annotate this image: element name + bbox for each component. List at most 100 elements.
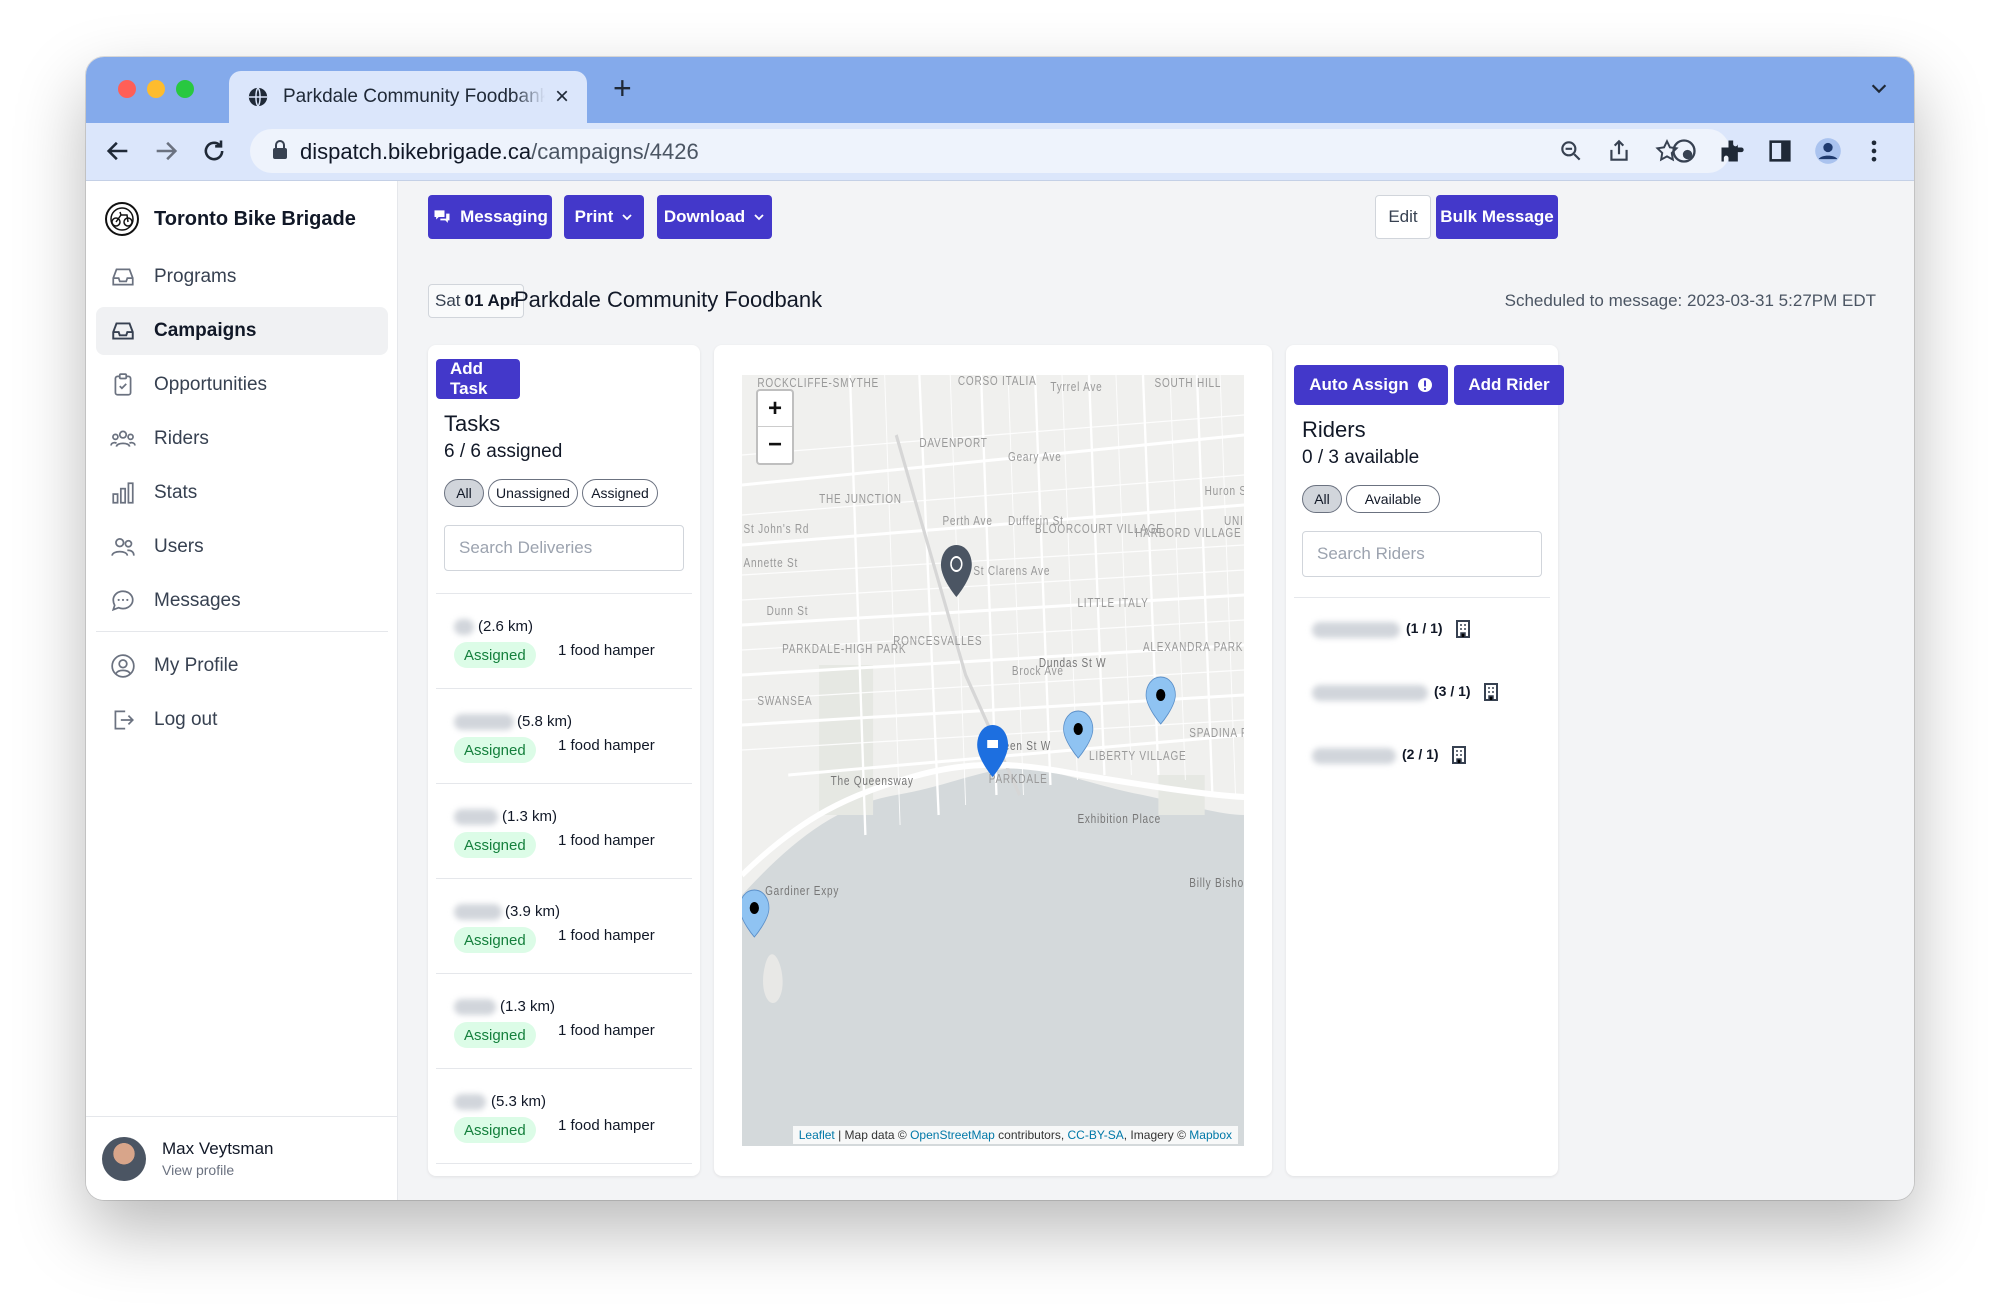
sidebar-item-programs[interactable]: Programs bbox=[96, 253, 388, 301]
chevron-down-icon[interactable] bbox=[1868, 77, 1890, 99]
status-badge: Assigned bbox=[454, 832, 536, 858]
share-icon[interactable] bbox=[1606, 138, 1632, 164]
add-rider-label: Add Rider bbox=[1468, 375, 1550, 394]
address-bar[interactable]: dispatch.bikebrigade.ca/campaigns/4426 bbox=[250, 129, 1730, 173]
add-rider-button[interactable]: Add Rider bbox=[1454, 365, 1564, 405]
building-icon bbox=[1452, 746, 1466, 764]
brand[interactable]: Toronto Bike Brigade bbox=[104, 201, 356, 237]
bulk-message-button[interactable]: Bulk Message bbox=[1436, 195, 1558, 239]
filter-all[interactable]: All bbox=[444, 479, 484, 507]
delivery-map[interactable]: ROCKCLIFFE-SMYTHE CORSO ITALIA Tyrrel Av… bbox=[742, 375, 1244, 1146]
sidebar-item-label: My Profile bbox=[154, 655, 239, 676]
redacted-name bbox=[454, 1094, 486, 1110]
map-label: SPADINA FORT YORK bbox=[1189, 726, 1244, 741]
map-label: St Clarens Ave bbox=[973, 564, 1050, 579]
date-month: Apr bbox=[487, 291, 517, 310]
main-content: Messaging Print Download Edit Bulk Messa… bbox=[398, 181, 1914, 1200]
cc-link[interactable]: CC-BY-SA bbox=[1068, 1128, 1124, 1142]
map-label: Exhibition Place bbox=[1077, 812, 1161, 827]
osm-link[interactable]: OpenStreetMap bbox=[910, 1128, 995, 1142]
add-task-button[interactable]: Add Task bbox=[436, 359, 520, 399]
map-label: Annette St bbox=[744, 556, 798, 571]
task-row[interactable]: (1.3 km) Assigned 1 food hamper bbox=[436, 974, 692, 1069]
tab-close-icon[interactable]: × bbox=[555, 85, 569, 109]
back-arrow-icon[interactable] bbox=[104, 137, 132, 165]
rider-row[interactable]: (3 / 1) bbox=[1294, 661, 1550, 724]
map-label: Dufferin St bbox=[1008, 514, 1064, 529]
user-profile[interactable]: Max Veytsman View profile bbox=[86, 1116, 397, 1200]
riders-panel: Auto Assign Add Rider Riders 0 / 3 avail… bbox=[1286, 345, 1564, 1176]
status-badge: Assigned bbox=[454, 1117, 536, 1143]
forward-arrow-icon[interactable] bbox=[152, 137, 180, 165]
kebab-menu-icon[interactable] bbox=[1860, 137, 1888, 165]
filter-all[interactable]: All bbox=[1302, 485, 1342, 513]
task-row[interactable]: (5.3 km) Assigned 1 food hamper bbox=[436, 1069, 692, 1164]
redacted-name bbox=[454, 714, 514, 730]
rider-row[interactable]: (2 / 1) bbox=[1294, 724, 1550, 787]
download-button[interactable]: Download bbox=[657, 195, 772, 239]
attr-text: | Map data © bbox=[834, 1128, 911, 1142]
bar-chart-icon bbox=[112, 482, 134, 504]
zoom-window-button[interactable] bbox=[176, 80, 194, 98]
browser-window: Parkdale Community Foodbank × + dispatch… bbox=[86, 57, 1914, 1200]
leaflet-link[interactable]: Leaflet bbox=[799, 1128, 835, 1142]
map-label: Dunn St bbox=[767, 604, 809, 619]
filter-assigned[interactable]: Assigned bbox=[582, 479, 658, 507]
map-label: RONCESVALLES bbox=[893, 634, 982, 649]
scheduled-message-text: Scheduled to message: 2023-03-31 5:27PM … bbox=[1504, 291, 1876, 310]
puzzle-icon[interactable] bbox=[1718, 137, 1746, 165]
new-tab-icon[interactable]: + bbox=[613, 72, 632, 104]
zoom-in-button[interactable]: + bbox=[758, 391, 792, 427]
task-distance: (1.3 km) bbox=[500, 998, 556, 1015]
task-list: (2.6 km) Assigned 1 food hamper (5.8 km)… bbox=[436, 593, 692, 1164]
filter-available[interactable]: Available bbox=[1346, 485, 1440, 513]
close-window-button[interactable] bbox=[118, 80, 136, 98]
view-profile-link[interactable]: View profile bbox=[162, 1162, 274, 1178]
browser-tab[interactable]: Parkdale Community Foodbank × bbox=[229, 71, 587, 123]
sidebar-item-label: Opportunities bbox=[154, 374, 268, 395]
sidebar-item-stats[interactable]: Stats bbox=[96, 469, 388, 517]
task-row[interactable]: (3.9 km) Assigned 1 food hamper bbox=[436, 879, 692, 974]
task-row[interactable]: (5.8 km) Assigned 1 food hamper bbox=[436, 689, 692, 784]
sidebar-item-campaigns[interactable]: Campaigns bbox=[96, 307, 388, 355]
reload-icon[interactable] bbox=[200, 137, 228, 165]
mapbox-link[interactable]: Mapbox bbox=[1189, 1128, 1232, 1142]
sidepanel-icon[interactable] bbox=[1766, 137, 1794, 165]
map-label: UNI bbox=[1224, 514, 1244, 529]
sidebar: Toronto Bike Brigade Programs Campaigns … bbox=[86, 181, 398, 1200]
sidebar-item-messages[interactable]: Messages bbox=[96, 577, 388, 625]
filter-unassigned[interactable]: Unassigned bbox=[488, 479, 578, 507]
minimize-window-button[interactable] bbox=[147, 80, 165, 98]
rider-count: (2 / 1) bbox=[1402, 746, 1439, 762]
search-riders-input[interactable]: Search Riders bbox=[1302, 531, 1542, 577]
status-badge: Assigned bbox=[454, 642, 536, 668]
zoom-out-button[interactable]: − bbox=[758, 427, 792, 463]
zoom-lens-icon[interactable] bbox=[1558, 138, 1584, 164]
sidebar-item-riders[interactable]: Riders bbox=[96, 415, 388, 463]
profile-avatar-icon[interactable] bbox=[1814, 137, 1842, 165]
task-row[interactable]: (2.6 km) Assigned 1 food hamper bbox=[436, 594, 692, 689]
task-row[interactable]: (1.3 km) Assigned 1 food hamper bbox=[436, 784, 692, 879]
map-label: LITTLE ITALY bbox=[1077, 596, 1148, 611]
sidebar-item-users[interactable]: Users bbox=[96, 523, 388, 571]
rider-row[interactable]: (1 / 1) bbox=[1294, 598, 1550, 661]
sidebar-item-log-out[interactable]: Log out bbox=[96, 696, 388, 744]
status-badge: Assigned bbox=[454, 737, 536, 763]
edit-button[interactable]: Edit bbox=[1375, 195, 1431, 239]
status-badge: Assigned bbox=[454, 1022, 536, 1048]
app-area: Toronto Bike Brigade Programs Campaigns … bbox=[86, 181, 1914, 1200]
messaging-button[interactable]: Messaging bbox=[428, 195, 552, 239]
extension-shield-icon[interactable] bbox=[1670, 137, 1698, 165]
tasks-heading: Tasks bbox=[444, 411, 501, 436]
sidebar-item-my-profile[interactable]: My Profile bbox=[96, 642, 388, 690]
browser-toolbar: dispatch.bikebrigade.ca/campaigns/4426 bbox=[86, 123, 1914, 181]
auto-assign-button[interactable]: Auto Assign bbox=[1294, 365, 1448, 405]
chevron-down-icon bbox=[754, 214, 764, 221]
search-deliveries-input[interactable]: Search Deliveries bbox=[444, 525, 684, 571]
sidebar-item-label: Messages bbox=[154, 590, 241, 611]
avatar bbox=[102, 1136, 146, 1181]
sidebar-item-opportunities[interactable]: Opportunities bbox=[96, 361, 388, 409]
sidebar-nav: Programs Campaigns Opportunities Riders … bbox=[96, 253, 388, 750]
map-tiles: ROCKCLIFFE-SMYTHE CORSO ITALIA Tyrrel Av… bbox=[742, 375, 1244, 1146]
print-button[interactable]: Print bbox=[564, 195, 644, 239]
